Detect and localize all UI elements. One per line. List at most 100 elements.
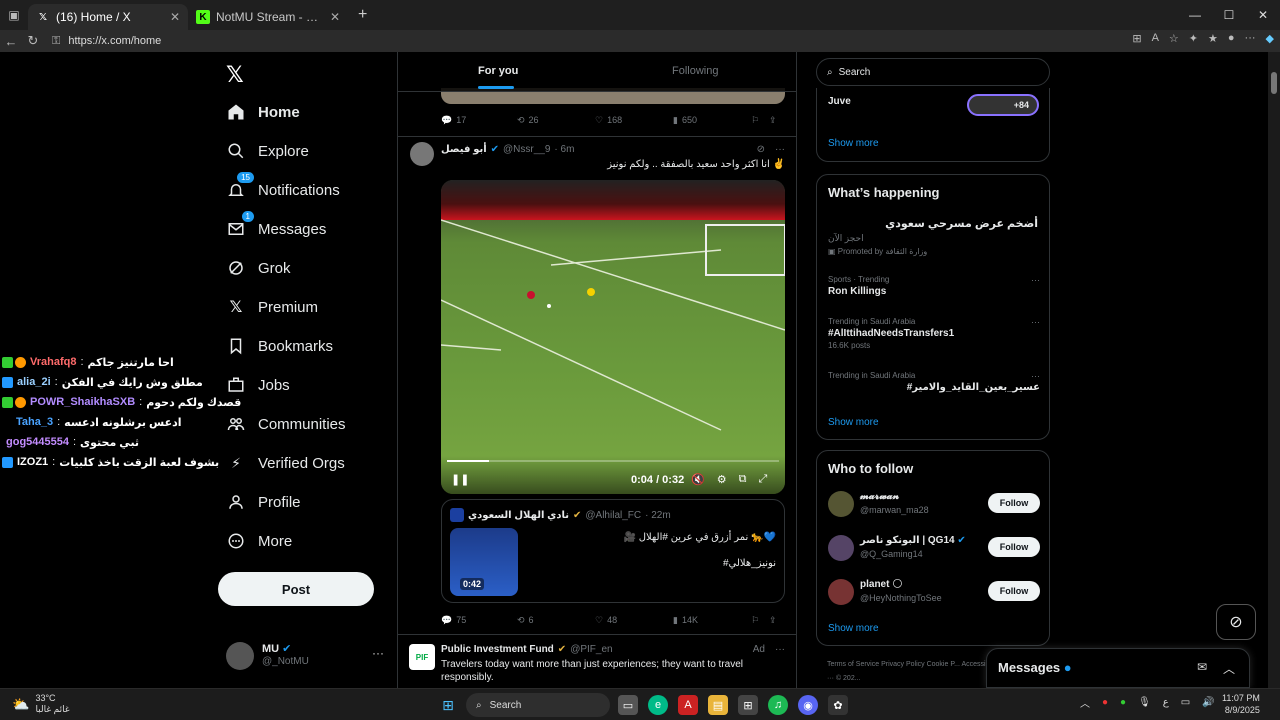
trend-name[interactable]: Juve (828, 96, 851, 107)
profile-icon[interactable]: ● (1228, 32, 1235, 45)
mute-icon[interactable]: 🔇 (691, 473, 705, 486)
pip-icon[interactable]: ⧉ (739, 473, 747, 486)
more-dots-icon[interactable]: ··· (372, 646, 384, 660)
follow-suggestion[interactable]: 𝓶𝓪𝓻𝔀𝓪𝓷 @marwan_ma28 Follow (828, 489, 1040, 521)
more-dots-icon[interactable]: ··· (1031, 275, 1040, 285)
nav-grok[interactable]: Grok (226, 253, 291, 283)
more-dots-icon[interactable]: ··· (775, 644, 785, 655)
network-icon[interactable]: ▭ (1181, 697, 1190, 708)
repost-button[interactable]: ⟲ 26 (517, 112, 595, 128)
nav-communities[interactable]: Communities (226, 409, 346, 439)
bookmark-button[interactable]: ⚐ (751, 112, 759, 128)
more-dots-icon[interactable]: ··· (775, 144, 785, 155)
read-aloud-icon[interactable]: A (1152, 32, 1159, 45)
nav-premium[interactable]: 𝕏 Premium (226, 292, 318, 322)
browser-tab-kick[interactable]: K NotMU Stream - Watch Live on K ✕ (188, 4, 348, 30)
video-progress-bar[interactable] (447, 460, 779, 462)
nav-notifications[interactable]: 15 Notifications (226, 172, 340, 205)
weather-widget[interactable]: ⛅ 33°C غائم غالبا (12, 693, 70, 715)
tray-app-icon[interactable]: ● (1102, 697, 1108, 708)
discord-icon[interactable]: ◉ (798, 695, 818, 715)
favorites-icon[interactable]: ★ (1208, 32, 1218, 45)
back-icon[interactable]: ← (0, 34, 22, 49)
fullscreen-icon[interactable]: ⤢ (758, 473, 767, 486)
app-red-icon[interactable]: A (678, 695, 698, 715)
quoted-tweet[interactable]: نادي الهلال السعودي ✔ @Alhilal_FC · 22m … (441, 499, 785, 603)
tray-app-icon[interactable]: ● (1120, 697, 1126, 708)
close-window-icon[interactable]: ✕ (1246, 0, 1280, 30)
nav-messages[interactable]: 1 Messages (226, 211, 326, 244)
tweet-handle[interactable]: @Nssr__9 (503, 144, 550, 155)
tweet-author-name[interactable]: أبو فيصل (441, 144, 487, 155)
apps-icon[interactable]: ⊞ (1132, 32, 1141, 45)
close-tab-icon[interactable]: ✕ (170, 10, 180, 24)
nav-bookmarks[interactable]: Bookmarks (226, 331, 333, 361)
menu-dots-icon[interactable]: ··· (1245, 32, 1256, 45)
reply-button[interactable]: 💬 75 (441, 612, 517, 628)
more-dots-icon[interactable]: ··· (1031, 317, 1040, 327)
quote-video-thumbnail[interactable]: 0:42 (450, 528, 518, 596)
taskbar-clock[interactable]: 11:07 PM 8/9/2025 (1222, 692, 1260, 716)
show-more-link[interactable]: Show more (828, 623, 879, 634)
quote-hashtag[interactable]: #نونيز_هلالي (723, 558, 776, 569)
nav-explore[interactable]: Explore (226, 136, 309, 166)
trend-item[interactable]: Trending in Saudi Arabia #عسير_بعين_القا… (828, 371, 1040, 393)
like-button[interactable]: ♡ 168 (595, 112, 673, 128)
site-info-icon[interactable]: ⚿ (52, 35, 60, 48)
trend-item[interactable]: Trending in Saudi Arabia #AlIttihadNeeds… (828, 317, 1040, 350)
settings-gear-icon[interactable]: ⚙ (717, 473, 727, 486)
follow-button[interactable]: Follow (988, 537, 1040, 557)
windows-start-icon[interactable]: ⊞ (438, 695, 458, 715)
app-icon[interactable]: ✿ (828, 695, 848, 715)
share-button[interactable]: ⇪ (769, 612, 777, 628)
task-view-icon[interactable]: ▭ (618, 695, 638, 715)
like-button[interactable]: ♡ 48 (595, 612, 673, 628)
edge-icon[interactable]: e (648, 695, 668, 715)
pause-icon[interactable]: ❚❚ (451, 473, 469, 486)
nav-more[interactable]: More (226, 526, 292, 556)
tab-actions-icon[interactable]: ▣ (0, 8, 28, 22)
taskbar-search[interactable]: ⌕ Search (466, 693, 610, 717)
follow-suggestion[interactable]: البونكو ناصر | QG14 ✔ @Q_Gaming14 Follow (828, 533, 1040, 565)
url-field[interactable]: ⚿ https://x.com/home (52, 32, 1082, 50)
tab-for-you[interactable]: For you (478, 65, 518, 77)
follow-suggestion[interactable]: planet 🌕 @HeyNothingToSee Follow (828, 577, 1040, 609)
more-dots-icon[interactable]: ··· (1031, 371, 1040, 381)
search-input[interactable]: ⌕ Search (816, 58, 1050, 86)
messages-drawer[interactable]: Messages ● ✉ ︿ (986, 648, 1250, 688)
tab-following[interactable]: Following (672, 65, 718, 77)
file-explorer-icon[interactable]: ▤ (708, 695, 728, 715)
new-message-icon[interactable]: ✉ (1197, 660, 1207, 674)
close-tab-icon[interactable]: ✕ (330, 10, 340, 24)
minimize-icon[interactable]: — (1178, 0, 1212, 30)
copilot-icon[interactable]: ◆ (1266, 32, 1274, 45)
volume-icon[interactable]: 🔊 (1202, 697, 1214, 708)
grok-icon[interactable]: ⊘ (757, 144, 765, 155)
follow-button[interactable]: Follow (988, 493, 1040, 513)
video-player[interactable]: ❚❚ 0:04 / 0:32 🔇 ⚙ ⧉ ⤢ (441, 180, 785, 494)
grok-fab-icon[interactable]: ⊘ (1216, 604, 1256, 640)
bookmark-button[interactable]: ⚐ (751, 612, 759, 628)
account-switcher[interactable]: MU ✔ @_NotMU ··· (226, 640, 386, 670)
spotify-icon[interactable]: ♫ (768, 695, 788, 715)
nav-profile[interactable]: Profile (226, 487, 301, 517)
tweet-time[interactable]: · 6m (554, 144, 574, 155)
avatar[interactable] (410, 142, 434, 166)
x-logo-icon[interactable]: 𝕏 (226, 62, 244, 88)
extensions-icon[interactable]: ✦ (1189, 32, 1198, 45)
avatar-stack-pill[interactable]: +84 (967, 94, 1039, 116)
browser-tab-x-home[interactable]: 𝕏 (16) Home / X ✕ (28, 4, 188, 30)
microphone-icon[interactable]: 🎙 (1138, 697, 1151, 708)
follow-button[interactable]: Follow (988, 581, 1040, 601)
new-tab-icon[interactable]: + (358, 6, 367, 24)
reload-icon[interactable]: ↻ (22, 33, 44, 49)
page-scrollbar[interactable] (1268, 52, 1280, 688)
nav-verified-orgs[interactable]: ⚡ Verified Orgs (226, 448, 345, 478)
nav-home[interactable]: Home (226, 97, 300, 127)
trend-item[interactable]: Sports · Trending Ron Killings ··· (828, 275, 1040, 297)
ad-author-name[interactable]: Public Investment Fund (441, 644, 554, 655)
post-button[interactable]: Post (218, 572, 374, 606)
ad-handle[interactable]: @PIF_en (570, 644, 612, 655)
chevron-up-icon[interactable]: ︿ (1080, 695, 1090, 710)
show-more-link[interactable]: Show more (828, 417, 879, 428)
